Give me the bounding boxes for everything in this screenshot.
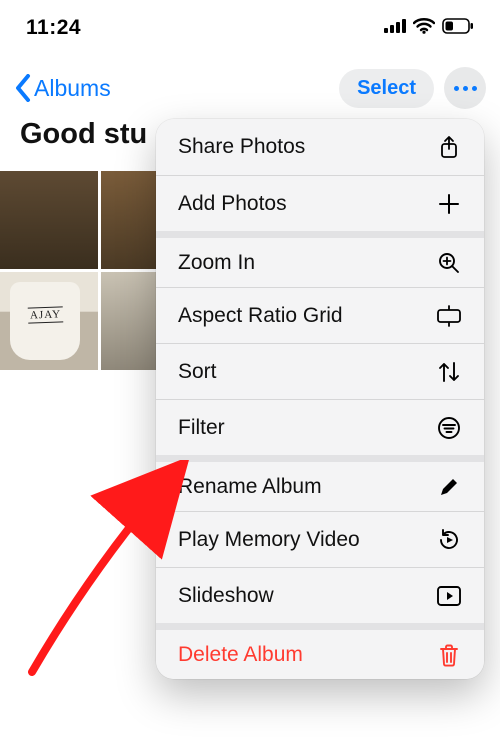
cellular-icon — [384, 19, 406, 38]
more-button[interactable] — [444, 67, 486, 109]
menu-item-label: Play Memory Video — [178, 528, 360, 552]
menu-item-delete-album[interactable]: Delete Album — [156, 623, 484, 679]
chevron-left-icon — [14, 74, 32, 102]
menu-item-sort[interactable]: Sort — [156, 343, 484, 399]
photo-grid — [0, 171, 160, 370]
screen: 11:24 Albums Select Good — [0, 0, 500, 743]
ellipsis-icon — [454, 86, 477, 91]
battery-icon — [442, 18, 474, 39]
photo-thumbnail[interactable] — [101, 171, 159, 269]
pencil-icon — [436, 474, 462, 500]
wifi-icon — [413, 18, 435, 39]
zoom-in-icon — [436, 250, 462, 276]
menu-item-label: Zoom In — [178, 251, 255, 275]
menu-item-label: Delete Album — [178, 643, 303, 667]
album-title: Good stu — [20, 118, 147, 151]
menu-item-label: Share Photos — [178, 135, 305, 159]
nav-bar: Albums Select — [0, 64, 500, 112]
menu-item-label: Add Photos — [178, 192, 287, 216]
back-label: Albums — [34, 75, 111, 102]
menu-item-share-photos[interactable]: Share Photos — [156, 119, 484, 175]
aspect-ratio-icon — [436, 303, 462, 329]
menu-item-add-photos[interactable]: Add Photos — [156, 175, 484, 231]
trash-icon — [436, 642, 462, 668]
memory-icon — [436, 527, 462, 553]
menu-item-aspect-ratio-grid[interactable]: Aspect Ratio Grid — [156, 287, 484, 343]
filter-icon — [436, 415, 462, 441]
menu-item-label: Aspect Ratio Grid — [178, 304, 343, 328]
back-button[interactable]: Albums — [14, 74, 111, 102]
photo-thumbnail[interactable] — [0, 171, 98, 269]
status-bar: 11:24 — [0, 0, 500, 56]
plus-icon — [436, 191, 462, 217]
status-indicators — [384, 18, 474, 39]
menu-item-label: Rename Album — [178, 475, 322, 499]
context-menu: Share Photos Add Photos Zoom In Aspect R… — [156, 119, 484, 679]
menu-item-label: Slideshow — [178, 584, 274, 608]
menu-item-label: Sort — [178, 360, 217, 384]
menu-item-zoom-in[interactable]: Zoom In — [156, 231, 484, 287]
menu-item-rename-album[interactable]: Rename Album — [156, 455, 484, 511]
share-icon — [436, 134, 462, 160]
slideshow-icon — [436, 583, 462, 609]
menu-item-label: Filter — [178, 416, 225, 440]
status-time: 11:24 — [26, 16, 81, 40]
select-label: Select — [357, 77, 416, 99]
photo-thumbnail[interactable] — [101, 272, 159, 370]
sort-icon — [436, 359, 462, 385]
menu-item-slideshow[interactable]: Slideshow — [156, 567, 484, 623]
select-button[interactable]: Select — [339, 69, 434, 108]
photo-handwriting: AJAY — [28, 306, 64, 323]
menu-item-filter[interactable]: Filter — [156, 399, 484, 455]
menu-item-play-memory-video[interactable]: Play Memory Video — [156, 511, 484, 567]
